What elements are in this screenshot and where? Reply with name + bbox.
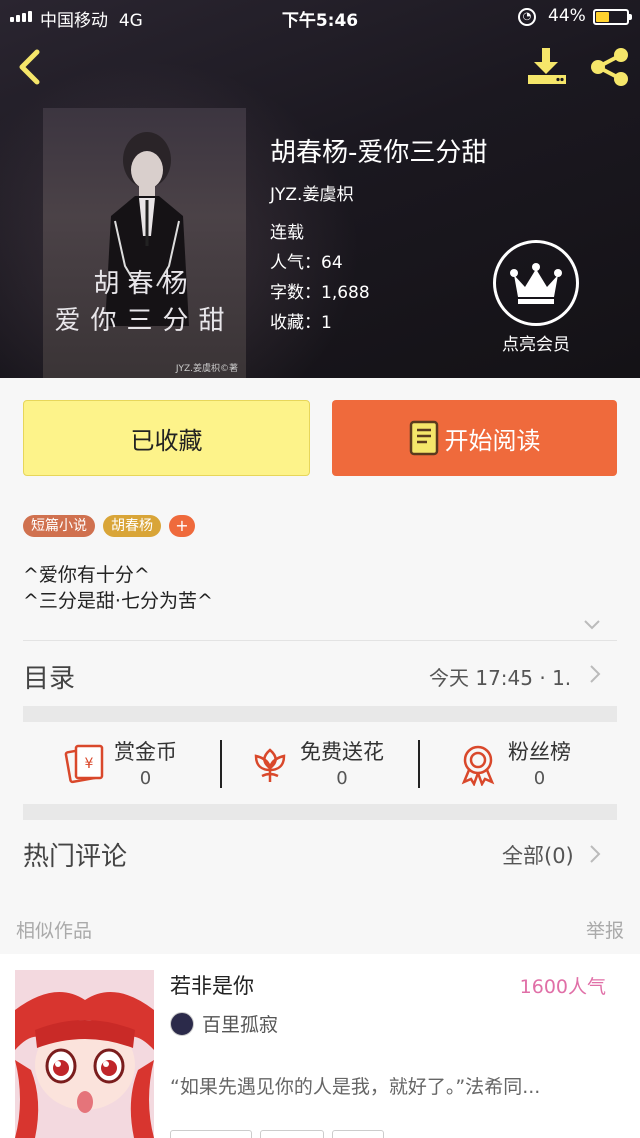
report-link[interactable]: 举报 bbox=[586, 916, 624, 943]
divider bbox=[23, 640, 617, 641]
download-icon bbox=[528, 48, 566, 84]
free-flowers-item[interactable]: 免费送花 0 bbox=[248, 736, 384, 790]
chevron-right-icon bbox=[590, 845, 601, 863]
all-comments-link[interactable]: 全部(0) bbox=[502, 840, 574, 870]
start-reading-label: 开始阅读 bbox=[444, 426, 541, 455]
tag-chip[interactable] bbox=[170, 1130, 252, 1138]
section-separator bbox=[23, 804, 617, 820]
similar-works-title: 相似作品 bbox=[16, 920, 93, 942]
cover-title-line2: 爱你三分甜 bbox=[54, 306, 235, 336]
recommended-book-title: 若非是你 bbox=[170, 974, 254, 998]
back-button[interactable] bbox=[10, 44, 50, 90]
share-icon bbox=[591, 48, 628, 86]
book-author[interactable]: JYZ.姜虞枳 bbox=[270, 180, 353, 205]
stat-value: 0 bbox=[336, 768, 348, 789]
expand-chevron-icon[interactable] bbox=[582, 618, 602, 632]
battery-icon bbox=[593, 9, 632, 25]
book-word-count: 字数：1,688 bbox=[270, 283, 370, 303]
clock: 下午5:46 bbox=[281, 11, 359, 31]
action-buttons: 已收藏 开始阅读 bbox=[0, 378, 640, 490]
crown-icon bbox=[493, 240, 579, 326]
red-envelope-icon: ¥ bbox=[64, 744, 104, 784]
book-icon bbox=[409, 420, 438, 456]
recommended-book-card[interactable]: 若非是你 1600人气 百里孤寂 “如果先遇见你的人是我，就好了。”法希同... bbox=[0, 954, 640, 1138]
tag-character[interactable]: 胡春杨 bbox=[103, 515, 161, 537]
share-button[interactable] bbox=[586, 44, 632, 90]
battery-percent: 44% bbox=[548, 6, 586, 26]
book-description: ^爱你有十分^ ^三分是甜·七分为苦^ bbox=[23, 562, 213, 614]
back-chevron-icon bbox=[19, 49, 40, 85]
hot-comments-row[interactable]: 热门评论 全部(0) bbox=[0, 822, 640, 886]
author-name: 百里孤寂 bbox=[202, 1014, 279, 1036]
vip-label: 点亮会员 bbox=[502, 335, 570, 355]
description-line: ^三分是甜·七分为苦^ bbox=[23, 590, 213, 612]
book-popularity: 人气：64 bbox=[270, 253, 343, 273]
download-button[interactable] bbox=[524, 44, 570, 90]
similar-works-header: 相似作品 举报 bbox=[0, 900, 640, 954]
svg-text:¥: ¥ bbox=[85, 756, 94, 772]
anime-girl-image bbox=[15, 970, 154, 1138]
divider bbox=[418, 740, 420, 788]
reward-coins-item[interactable]: ¥ 赏金币 0 bbox=[62, 736, 177, 790]
collected-button[interactable]: 已收藏 bbox=[23, 400, 310, 476]
start-reading-button[interactable]: 开始阅读 bbox=[332, 400, 617, 476]
cover-title-line1: 胡春杨 bbox=[93, 269, 196, 299]
comments-title: 热门评论 bbox=[23, 842, 128, 872]
latest-chapter: 今天 17:45 · 1. bbox=[429, 666, 572, 690]
stat-name: 赏金币 bbox=[114, 740, 177, 764]
stat-value: 0 bbox=[533, 768, 546, 789]
tag-short-story[interactable]: 短篇小说 bbox=[23, 515, 95, 537]
recommended-book-excerpt: “如果先遇见你的人是我，就好了。”法希同... bbox=[170, 1076, 541, 1098]
recommended-book-author[interactable]: 百里孤寂 bbox=[170, 1010, 278, 1037]
avatar bbox=[170, 1011, 194, 1036]
add-tag-button[interactable]: + bbox=[169, 515, 195, 537]
book-title: 胡春杨-爱你三分甜 bbox=[270, 138, 488, 168]
divider bbox=[220, 740, 222, 788]
book-cover[interactable]: 胡春杨 爱你三分甜 JYZ.姜虞枳©著 bbox=[43, 108, 246, 378]
table-of-contents-row[interactable]: 目录 今天 17:45 · 1. bbox=[0, 642, 640, 706]
tag-list: 短篇小说 胡春杨 + bbox=[23, 515, 195, 537]
stat-name: 粉丝榜 bbox=[508, 740, 571, 764]
recommended-book-popularity: 1600人气 bbox=[519, 976, 606, 998]
book-favorites: 收藏：1 bbox=[270, 313, 332, 333]
toc-title: 目录 bbox=[23, 664, 76, 694]
chevron-right-icon bbox=[590, 665, 601, 683]
cover-author-mark: JYZ.姜虞枳©著 bbox=[175, 364, 238, 374]
rotation-lock-icon: ◔ bbox=[518, 8, 536, 26]
flower-icon bbox=[254, 748, 286, 782]
medal-icon bbox=[461, 745, 495, 786]
reward-stats: ¥ 赏金币 0 免费送花 0 粉丝榜 0 bbox=[0, 722, 640, 804]
fans-ranking-item[interactable]: 粉丝榜 0 bbox=[456, 736, 571, 790]
description-line: ^爱你有十分^ bbox=[23, 564, 150, 586]
tag-chip[interactable] bbox=[332, 1130, 384, 1138]
vip-membership-button[interactable]: 点亮会员 bbox=[490, 240, 582, 355]
stat-name: 免费送花 bbox=[300, 740, 384, 764]
recommended-book-cover[interactable] bbox=[15, 970, 154, 1138]
tag-chip[interactable] bbox=[260, 1130, 324, 1138]
stat-value: 0 bbox=[139, 768, 152, 789]
book-status: 连载 bbox=[270, 223, 304, 243]
book-header: 中国移动 4G 下午5:46 ◔ 44% 胡春杨 爱你三分甜 JYZ.姜虞枳©著… bbox=[0, 0, 640, 378]
section-separator bbox=[23, 706, 617, 722]
status-bar: 中国移动 4G 下午5:46 ◔ 44% bbox=[0, 0, 640, 34]
